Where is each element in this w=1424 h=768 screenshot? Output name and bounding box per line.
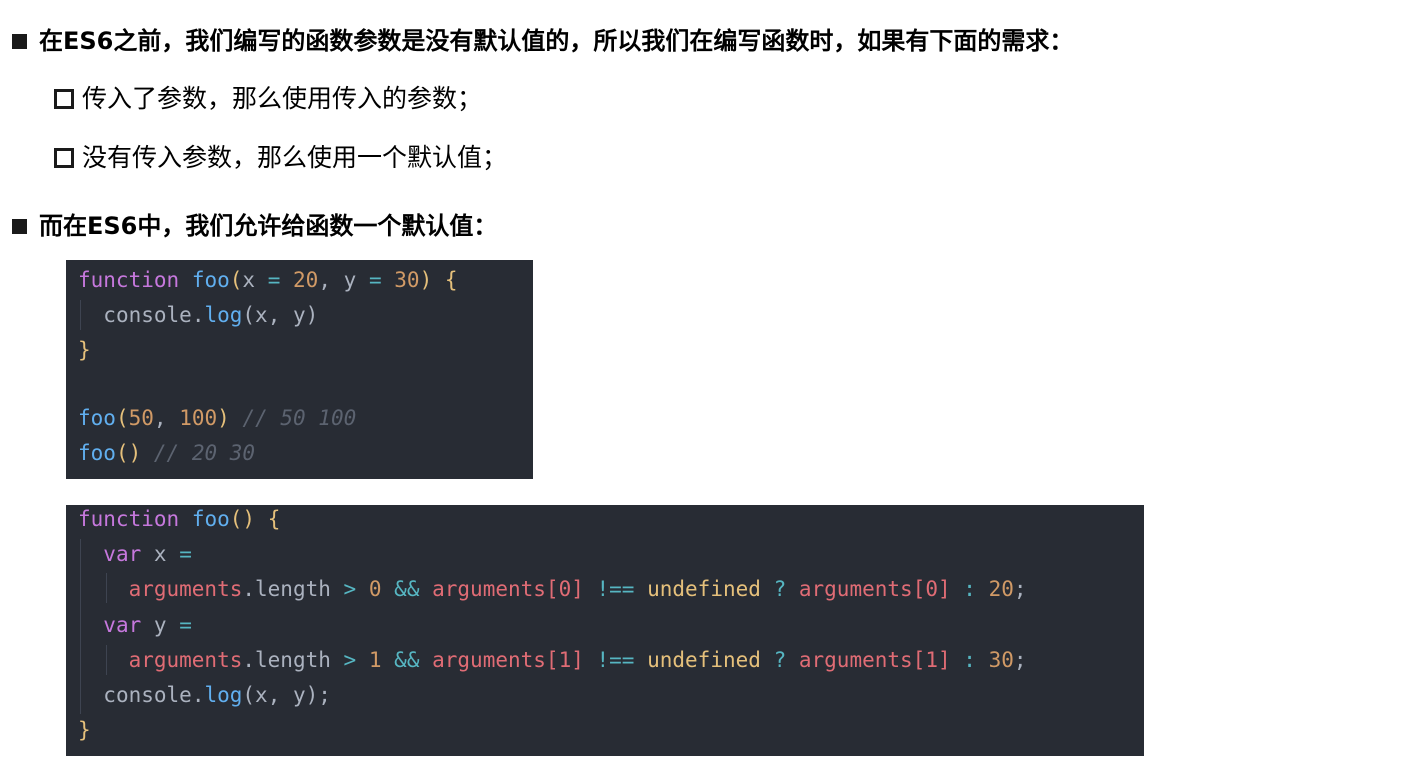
code-brace: } bbox=[78, 718, 91, 742]
code-paren: ( bbox=[229, 268, 243, 292]
code-line: foo() // 20 30 bbox=[78, 436, 255, 471]
code-operator: && bbox=[394, 648, 420, 672]
code-keyword: function bbox=[78, 507, 180, 531]
code-line: console.log(x, y); bbox=[78, 678, 331, 713]
code-param: x bbox=[242, 268, 256, 292]
code-number: 50 bbox=[128, 406, 154, 430]
code-operator: = bbox=[179, 613, 192, 637]
sub-bullet-1-text: 传入了参数，那么使用传入的参数； bbox=[82, 84, 483, 113]
code-variable: y bbox=[153, 613, 167, 637]
code-operator: ? bbox=[773, 648, 787, 672]
bullet-es6-text: 而在ES6中，我们允许给函数一个默认值： bbox=[39, 212, 498, 240]
code-punct: ; bbox=[1013, 577, 1027, 601]
code-line: function foo() { bbox=[78, 502, 280, 537]
code-index: [1] bbox=[912, 648, 951, 672]
code-operator: > bbox=[343, 648, 357, 672]
code-operator: && bbox=[394, 577, 420, 601]
code-property: .length bbox=[242, 577, 331, 601]
code-paren: ) bbox=[419, 268, 433, 292]
code-arguments: arguments bbox=[128, 648, 243, 672]
code-line: foo(50, 100) // 50 100 bbox=[78, 401, 356, 436]
code-line: function foo(x = 20, y = 30) { bbox=[78, 263, 458, 298]
code-line: } bbox=[78, 333, 91, 368]
code-punct: ; bbox=[1013, 648, 1027, 672]
code-brace: { bbox=[267, 507, 281, 531]
code-line: arguments.length > 1 && arguments[1] !==… bbox=[78, 643, 1027, 678]
code-function-name: foo bbox=[191, 268, 230, 292]
code-index: [1] bbox=[545, 648, 584, 672]
code-param: y bbox=[343, 268, 357, 292]
code-method: log bbox=[204, 683, 243, 707]
code-function-name: foo bbox=[191, 507, 230, 531]
code-operator: : bbox=[963, 648, 976, 672]
code-number: 30 bbox=[394, 268, 420, 292]
code-paren: ( bbox=[115, 406, 129, 430]
code-arguments: arguments bbox=[128, 577, 243, 601]
code-arguments: arguments bbox=[432, 577, 546, 601]
code-number: 100 bbox=[179, 406, 218, 430]
sub-bullet-2: 没有传入参数，那么使用一个默认值； bbox=[54, 141, 507, 175]
code-brace: { bbox=[444, 268, 458, 292]
code-method: log bbox=[204, 303, 243, 327]
code-operator: = bbox=[179, 542, 192, 566]
code-operator: = bbox=[267, 268, 281, 292]
code-keyword: function bbox=[78, 268, 180, 292]
filled-square-bullet-icon bbox=[12, 218, 27, 234]
code-line: console.log(x, y) bbox=[78, 298, 318, 333]
code-function-name: foo bbox=[78, 406, 116, 430]
code-number: 1 bbox=[368, 648, 382, 672]
code-line: arguments.length > 0 && arguments[0] !==… bbox=[78, 572, 1027, 607]
code-block-es5-arguments: function foo() { var x = arguments.lengt… bbox=[66, 505, 1144, 756]
bullet-es6: 而在ES6中，我们允许给函数一个默认值： bbox=[12, 209, 497, 243]
code-arguments: arguments bbox=[798, 648, 913, 672]
code-number: 20 bbox=[988, 577, 1014, 601]
hollow-square-bullet-icon bbox=[54, 148, 74, 168]
code-arguments: arguments bbox=[798, 577, 913, 601]
code-args: (x, y) bbox=[242, 303, 319, 327]
sub-bullet-1: 传入了参数，那么使用传入的参数； bbox=[54, 82, 482, 116]
code-comment: // 20 30 bbox=[153, 441, 256, 465]
code-block-default-params: function foo(x = 20, y = 30) { console.l… bbox=[66, 260, 533, 479]
code-keyword: var bbox=[103, 613, 142, 637]
code-number: 30 bbox=[988, 648, 1014, 672]
code-line: var x = bbox=[78, 537, 192, 572]
code-arguments: arguments bbox=[432, 648, 546, 672]
code-variable: x bbox=[153, 542, 167, 566]
code-undefined: undefined bbox=[647, 577, 761, 601]
code-paren: () bbox=[229, 507, 256, 531]
bullet-intro: 在ES6之前，我们编写的函数参数是没有默认值的，所以我们在编写函数时，如果有下面… bbox=[12, 24, 1073, 58]
filled-square-bullet-icon bbox=[12, 33, 27, 49]
code-punct: , bbox=[318, 268, 331, 292]
code-operator: > bbox=[343, 577, 357, 601]
code-operator: : bbox=[963, 577, 976, 601]
code-index: [0] bbox=[545, 577, 584, 601]
code-line: var y = bbox=[78, 608, 192, 643]
code-punct: . bbox=[191, 683, 205, 707]
code-operator: ? bbox=[773, 577, 787, 601]
code-operator: !== bbox=[596, 648, 635, 672]
bullet-intro-text: 在ES6之前，我们编写的函数参数是没有默认值的，所以我们在编写函数时，如果有下面… bbox=[39, 27, 1074, 55]
code-undefined: undefined bbox=[647, 648, 761, 672]
code-object: console bbox=[103, 303, 192, 327]
code-index: [0] bbox=[912, 577, 951, 601]
sub-bullet-2-text: 没有传入参数，那么使用一个默认值； bbox=[82, 143, 508, 172]
code-object: console bbox=[103, 683, 192, 707]
code-brace: } bbox=[78, 338, 91, 362]
code-property: .length bbox=[242, 648, 331, 672]
code-punct: . bbox=[191, 303, 205, 327]
code-paren: ) bbox=[217, 406, 230, 430]
code-paren: () bbox=[115, 441, 142, 465]
code-operator: !== bbox=[596, 577, 635, 601]
code-args: (x, y); bbox=[242, 683, 331, 707]
code-operator: = bbox=[368, 268, 382, 292]
code-number: 0 bbox=[368, 577, 382, 601]
code-function-name: foo bbox=[78, 441, 116, 465]
code-line: } bbox=[78, 713, 91, 748]
code-number: 20 bbox=[293, 268, 319, 292]
code-keyword: var bbox=[103, 542, 142, 566]
code-punct: , bbox=[153, 406, 167, 430]
hollow-square-bullet-icon bbox=[54, 89, 74, 109]
code-comment: // 50 100 bbox=[242, 406, 357, 430]
